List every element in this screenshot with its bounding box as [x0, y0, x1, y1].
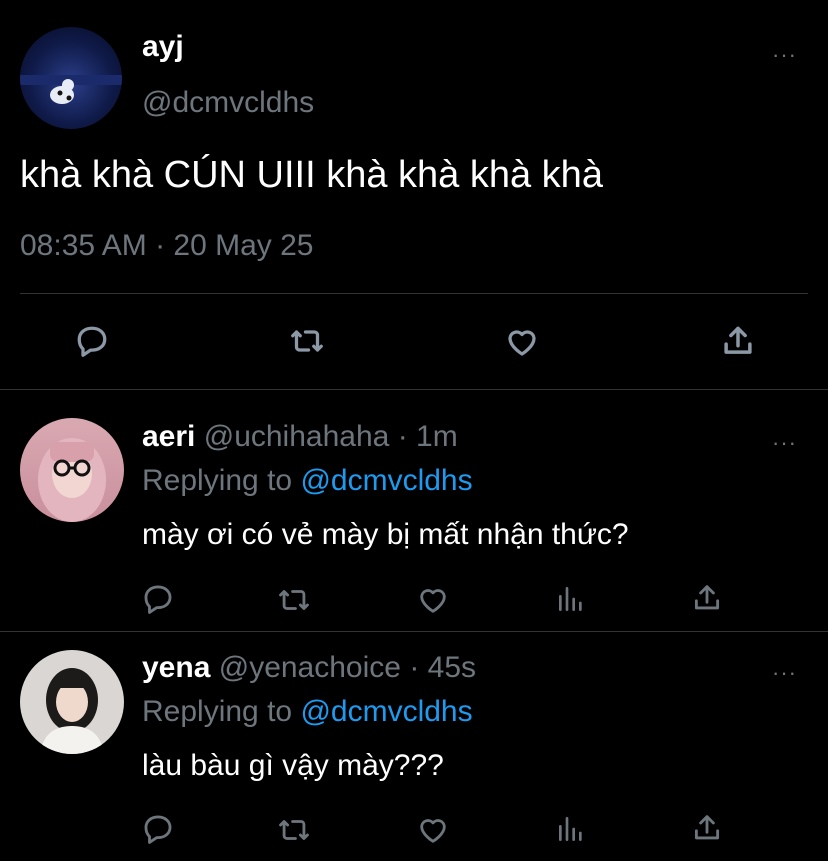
reply-avatar[interactable] [20, 650, 124, 754]
main-display-name[interactable]: ayj [142, 30, 184, 64]
replying-to-label: Replying to [142, 695, 293, 728]
reply-icon[interactable] [74, 323, 110, 359]
share-icon[interactable] [719, 322, 757, 360]
replying-to-handle[interactable]: @dcmvcldhs [300, 464, 472, 497]
retweet-icon[interactable] [288, 323, 326, 359]
like-icon[interactable] [415, 583, 451, 617]
reply-time[interactable]: · 45s [409, 651, 476, 684]
main-more-icon[interactable]: ··· [772, 44, 797, 66]
reply-icon[interactable] [141, 812, 175, 846]
retweet-icon[interactable] [276, 813, 312, 847]
replying-to-handle[interactable]: @dcmvcldhs [300, 695, 472, 728]
like-icon[interactable] [415, 813, 451, 847]
reply-more-icon[interactable]: ··· [772, 432, 797, 454]
reply-text: mày ơi có vẻ mày bị mất nhận thức? [142, 518, 629, 551]
reply-icon[interactable] [141, 582, 175, 616]
analytics-icon[interactable] [555, 582, 587, 616]
main-timestamp[interactable]: 08:35 AM · 20 May 25 [20, 229, 314, 263]
replying-to-line: Replying to @dcmvcldhs [142, 695, 473, 729]
main-tweet-text: khà khà CÚN UIII khà khà khà khà [20, 154, 603, 196]
share-icon[interactable] [690, 581, 724, 615]
reply-display-name[interactable]: yena [142, 651, 210, 684]
avatar-image [20, 75, 122, 104]
replying-to-line: Replying to @dcmvcldhs [142, 464, 473, 498]
share-icon[interactable] [690, 811, 724, 845]
reply-handle[interactable]: @uchihahaha [204, 420, 390, 453]
like-icon[interactable] [503, 324, 541, 360]
divider [0, 631, 828, 632]
avatar-image [40, 668, 104, 754]
reply-header: yena @yenachoice · 45s [142, 651, 476, 685]
retweet-icon[interactable] [276, 583, 312, 617]
reply-header: aeri @uchihahaha · 1m [142, 420, 458, 454]
divider [0, 389, 828, 390]
reply-more-icon[interactable]: ··· [772, 662, 797, 684]
reply-handle[interactable]: @yenachoice [219, 651, 401, 684]
avatar-image [38, 438, 106, 522]
reply-display-name[interactable]: aeri [142, 420, 195, 453]
divider [20, 293, 808, 294]
replying-to-label: Replying to [142, 464, 293, 497]
reply-text: làu bàu gì vậy mày??? [142, 749, 444, 782]
reply-avatar[interactable] [20, 418, 124, 522]
reply-time[interactable]: · 1m [398, 420, 458, 453]
main-avatar[interactable] [20, 27, 122, 129]
main-handle[interactable]: @dcmvcldhs [142, 86, 314, 120]
analytics-icon[interactable] [555, 812, 587, 846]
